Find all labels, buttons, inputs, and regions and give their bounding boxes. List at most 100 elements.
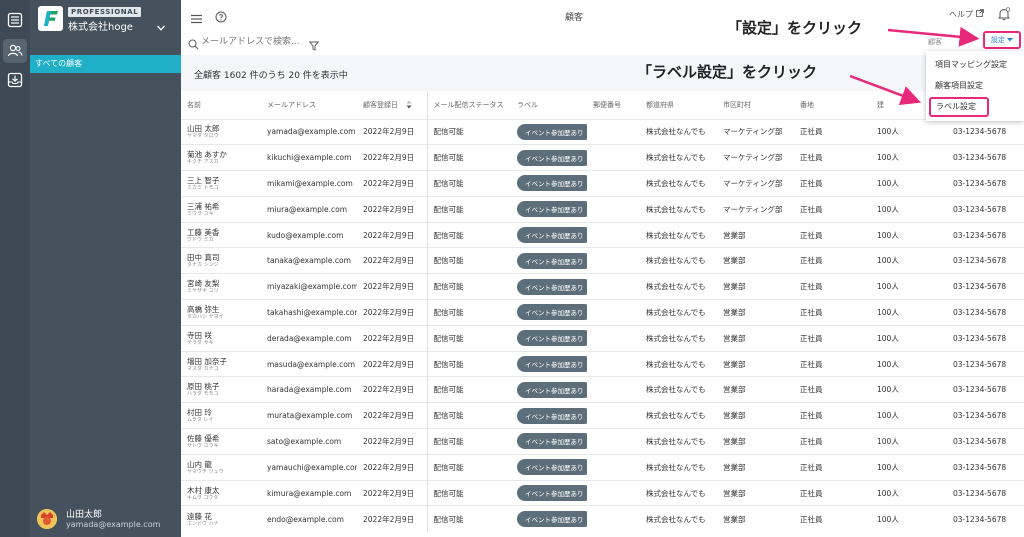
customer-name[interactable]: 菊池 あすか [187, 150, 227, 159]
chevron-down-icon[interactable] [156, 18, 166, 37]
label-chip[interactable]: イベント参加歴あり [517, 356, 587, 373]
label-chip[interactable]: イベント参加歴あり [517, 433, 587, 450]
customer-name[interactable]: 山内 龍 [187, 460, 212, 469]
avatar[interactable] [37, 509, 57, 529]
customers-icon[interactable] [3, 39, 27, 63]
col-header-address[interactable]: 番地 [794, 91, 871, 119]
col-header-prefecture[interactable]: 都道府県 [640, 91, 717, 119]
table-row[interactable]: 寺田 咲テラダ サキ derada@example.com 2022年2月9日 配信可… [181, 324, 1024, 352]
cell-name: 工藤 美香 クドウ ミカ [181, 221, 261, 248]
table-row[interactable]: 高橋 弥生 タカハシ ヤヨイ takahashi@example.com 2022年2… [181, 299, 1024, 326]
cell-name: 山田 太郎 ヤマダ タロウ [181, 118, 261, 145]
label-chip[interactable]: イベント参加歴あり [517, 123, 587, 140]
cell-postal [587, 273, 640, 300]
customer-name[interactable]: 工藤 美香 [187, 228, 219, 237]
cell-label: イベント参加歴あり [511, 299, 587, 326]
col-header-postal[interactable]: 郵便番号 [587, 91, 640, 119]
hamburger-icon[interactable] [191, 9, 202, 28]
table-row[interactable]: 宮崎 友梨 ミヤザキ ユリ miyazaki@example.com 2022年2月9… [181, 273, 1024, 300]
table-row[interactable]: 田中 真司 タナカ シンジ tanaka@example.com 2022年2月9日配… [181, 247, 1024, 274]
customer-name[interactable]: 増田 加奈子 [187, 357, 227, 366]
settings-button[interactable]: 設定 [983, 31, 1021, 49]
result-summary-bar: 全顧客 1602 件のうち 20 件を表示中 [181, 55, 1024, 91]
cell-postal [587, 170, 640, 197]
table-row[interactable]: 菊池 あすか キクチ アスカ kikuchi@example.com 2022年2月9… [181, 144, 1024, 171]
cell-label: イベント参加歴あり [511, 118, 587, 145]
label-chip[interactable]: イベント参加歴あり [517, 227, 587, 244]
customer-name[interactable]: 三浦 祐希 [187, 202, 219, 211]
menu-item-field-mapping[interactable]: 項目マッピング設定 [935, 59, 1007, 70]
customer-name[interactable]: 村田 玲 [187, 408, 212, 417]
cell-prefecture: 株式会社なんでも [640, 350, 717, 377]
table-row[interactable]: 三上 智子 ミカミ トモコ mikami@example.com 2022年2月9日配… [181, 170, 1024, 197]
cell-building: 100人 [871, 195, 947, 223]
table-row[interactable]: 工藤 美香 クドウ ミカ kudo@example.com 2022年2月9日 配信可能… [181, 221, 1024, 248]
col-header-mail-status[interactable]: メール配信ステータス [427, 91, 511, 119]
question-circle-icon[interactable] [215, 8, 227, 27]
col-header-name[interactable]: 名前 [181, 91, 261, 119]
table-row[interactable]: 山内 龍ヤマウチ リュウ yamauchi@example.com 2022年2月9… [181, 453, 1024, 481]
customer-name[interactable]: 木村 康太 [187, 486, 219, 495]
label-chip[interactable]: イベント参加歴あり [517, 459, 587, 476]
customer-name[interactable]: 遠藤 花 [187, 512, 212, 521]
customer-name[interactable]: 佐藤 優希 [187, 434, 219, 443]
table-row[interactable]: 山田 太郎 ヤマダ タロウ yamada@example.com 2022年2月9日配… [181, 118, 1024, 145]
cell-building: 100人 [871, 273, 947, 300]
customer-name[interactable]: 原田 桃子 [187, 382, 219, 391]
customer-name-kana: ヤマウチ リュウ [187, 468, 224, 475]
customer-name[interactable]: 三上 智子 [187, 176, 219, 185]
cell-label: イベント参加歴あり [511, 324, 587, 352]
label-chip[interactable]: イベント参加歴あり [517, 175, 587, 192]
cell-building: 100人 [871, 453, 947, 481]
help-link[interactable]: ヘルプ [949, 9, 984, 20]
inbox-icon[interactable] [3, 68, 27, 92]
cell-mail-status: 配信可能 [427, 505, 511, 532]
cell-building: 100人 [871, 350, 947, 377]
customer-name[interactable]: 寺田 咲 [187, 331, 212, 340]
label-chip[interactable]: イベント参加歴あり [517, 407, 587, 424]
icon-rail [0, 0, 30, 537]
company-switcher[interactable]: 株式会社hoge [68, 18, 133, 33]
table-row[interactable]: 村田 玲ムラタ レイ murata@example.com 2022年2月9日 配信可… [181, 402, 1024, 429]
label-chip[interactable]: イベント参加歴あり [517, 278, 587, 295]
cell-name: 木村 康太 キムラ コウタ [181, 479, 261, 506]
dashboard-icon[interactable] [3, 8, 27, 32]
page-title: 顧客 [565, 13, 584, 23]
customer-name[interactable]: 高橋 弥生 [187, 305, 219, 314]
table-row[interactable]: 三浦 祐希 ミウラ ユキ miura@example.com 2022年2月9日 配信可… [181, 195, 1024, 223]
cell-email: kimura@example.com [261, 479, 357, 506]
cell-label: イベント参加歴あり [511, 247, 587, 274]
col-header-registered[interactable]: 顧客登録日 [357, 91, 428, 119]
col-header-label[interactable]: ラベル [511, 91, 587, 119]
label-chip[interactable]: イベント参加歴あり [517, 252, 587, 269]
menu-item-label-settings[interactable]: ラベル設定 [929, 97, 989, 117]
customer-name-kana: サトウ ユウキ [187, 442, 219, 449]
table-row[interactable]: 原田 桃子 ハラダ モモコ harada@example.com 2022年2月9日配… [181, 376, 1024, 403]
cell-email: murata@example.com [261, 402, 357, 429]
label-chip[interactable]: イベント参加歴あり [517, 511, 587, 528]
label-chip[interactable]: イベント参加歴あり [517, 149, 587, 166]
cell-mail-status: 配信可能 [427, 428, 511, 455]
search-input[interactable] [201, 33, 301, 50]
menu-item-customer-fields[interactable]: 顧客項目設定 [935, 80, 983, 91]
sort-icon[interactable] [406, 100, 412, 109]
cell-building: 100人 [871, 247, 947, 274]
label-chip[interactable]: イベント参加歴あり [517, 381, 587, 398]
cell-registered: 2022年2月9日 [357, 299, 428, 326]
table-row[interactable]: 遠藤 花エンドウ ハナ endo@example.com 2022年2月9日 配信可能… [181, 505, 1024, 532]
col-header-city[interactable]: 市区町村 [717, 91, 794, 119]
sidebar-item-all-customers[interactable]: すべての顧客 [30, 55, 181, 73]
cell-label: イベント参加歴あり [511, 402, 587, 429]
table-row[interactable]: 佐藤 優希 サトウ ユウキ sato@example.com 2022年2月9日 配信可… [181, 428, 1024, 455]
label-chip[interactable]: イベント参加歴あり [517, 485, 587, 502]
table-row[interactable]: 木村 康太 キムラ コウタ kimura@example.com 2022年2月9日配… [181, 479, 1024, 506]
cell-email: tanaka@example.com [261, 247, 357, 274]
label-chip[interactable]: イベント参加歴あり [517, 304, 587, 321]
table-row[interactable]: 増田 加奈子 マスダ カナコ masuda@example.com 2022年2月9日… [181, 350, 1024, 377]
bell-icon[interactable] [997, 6, 1011, 25]
customer-name[interactable]: 宮崎 友梨 [187, 279, 219, 288]
filter-icon[interactable] [308, 36, 320, 55]
label-chip[interactable]: イベント参加歴あり [517, 201, 587, 218]
col-header-email[interactable]: メールアドレス [261, 91, 357, 119]
label-chip[interactable]: イベント参加歴あり [517, 330, 587, 347]
